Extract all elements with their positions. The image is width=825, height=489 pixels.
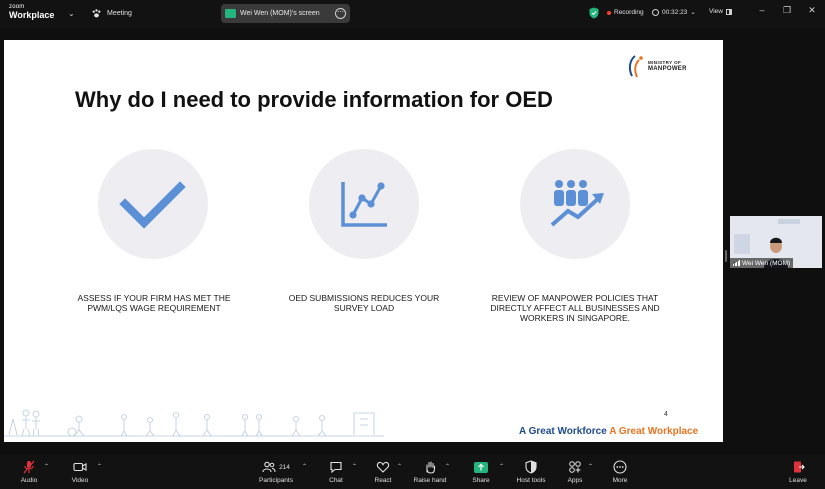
participant-name-tag: Wei Wen (MOM) <box>730 258 794 268</box>
participants-icon <box>262 461 276 473</box>
host-tools-button[interactable]: Host tools <box>509 459 553 484</box>
screen-share-indicator[interactable]: Wei Wen (MOM)'s screen ⋯ <box>221 4 350 23</box>
react-label: React <box>374 477 392 484</box>
chat-options-chevron-icon[interactable]: ⌃ <box>352 463 357 470</box>
share-button[interactable]: Share <box>459 459 503 484</box>
caption-3: REVIEW OF MANPOWER POLICIES THAT DIRECTL… <box>490 293 660 323</box>
paw-icon <box>92 9 101 18</box>
caption-2: OED SUBMISSIONS REDUCES YOUR SURVEY LOAD <box>288 293 440 313</box>
react-options-chevron-icon[interactable]: ⌃ <box>397 463 402 470</box>
meeting-toolbar: Audio ⌃ Video ⌃ 214 Participants ⌃ Chat … <box>0 455 825 489</box>
close-icon[interactable]: ✕ <box>806 5 818 16</box>
shared-slide: MINISTRY OF MANPOWER Why do I need to pr… <box>4 40 723 442</box>
more-button[interactable]: More <box>598 459 642 484</box>
chevron-down-icon[interactable]: ⌄ <box>68 9 75 18</box>
chart-circle <box>309 149 419 259</box>
recording-label: Recording <box>614 9 644 16</box>
raise-hand-options-chevron-icon[interactable]: ⌃ <box>445 463 450 470</box>
tagline-workplace: A Great Workplace <box>609 426 699 437</box>
chat-icon <box>330 461 342 474</box>
more-icon <box>613 460 627 474</box>
apps-options-chevron-icon[interactable]: ⌃ <box>588 463 593 470</box>
slide-title: Why do I need to provide information for… <box>75 87 553 112</box>
signal-strength-icon <box>733 260 740 266</box>
apps-icon <box>569 461 581 473</box>
participants-label: Participants <box>259 477 293 484</box>
zoom-logo[interactable]: zoom Workplace <box>9 4 54 20</box>
ministry-of-manpower-logo: MINISTRY OF MANPOWER <box>627 54 689 82</box>
people-circle <box>520 149 630 259</box>
line-chart-icon <box>341 182 387 227</box>
share-screen-icon <box>474 461 488 473</box>
shield-icon <box>525 460 537 474</box>
share-options-chevron-icon[interactable]: ⌃ <box>499 463 504 470</box>
view-layout-icon <box>725 8 732 15</box>
tagline-workforce: A Great Workforce <box>519 426 607 437</box>
panel-resize-handle[interactable] <box>725 250 727 262</box>
raise-hand-label: Raise hand <box>413 477 447 484</box>
raise-hand-icon <box>426 461 436 474</box>
more-label: More <box>612 477 628 484</box>
more-options-icon[interactable]: ⋯ <box>335 8 346 19</box>
share-label: Share <box>472 477 490 484</box>
screen-share-label: Wei Wen (MOM)'s screen <box>240 10 320 17</box>
participant-name: Wei Wen (MOM) <box>742 259 791 267</box>
participants-button[interactable]: 214 Participants <box>254 459 298 484</box>
chevron-down-icon: ⌄ <box>690 9 696 16</box>
meeting-info-button[interactable]: Meeting <box>91 8 132 19</box>
recording-indicator[interactable]: Recording <box>607 9 644 16</box>
security-shield-icon[interactable] <box>589 7 599 19</box>
video-button[interactable]: Video <box>58 459 102 484</box>
brand-workplace-text: Workplace <box>9 10 55 20</box>
heart-icon <box>376 461 390 473</box>
timer-value: 00:32:23 <box>662 8 688 16</box>
meeting-timer[interactable]: 00:32:23 ⌄ <box>652 8 696 16</box>
leave-button[interactable]: Leave <box>776 459 820 484</box>
caption-1: ASSESS IF YOUR FIRM HAS MET THE PWM/LQS … <box>77 293 231 313</box>
view-button[interactable]: View <box>709 8 732 15</box>
leave-label: Leave <box>789 477 807 484</box>
participants-options-chevron-icon[interactable]: ⌃ <box>302 463 307 470</box>
people-growth-icon <box>550 180 604 227</box>
view-label: View <box>709 8 723 15</box>
apps-label: Apps <box>567 477 583 484</box>
chat-label: Chat <box>329 477 343 484</box>
video-camera-icon <box>73 462 87 472</box>
checkmark-icon <box>119 181 186 229</box>
logo-line-2: MANPOWER <box>648 66 687 72</box>
logo-line-1: MINISTRY OF <box>648 60 682 65</box>
checkmark-circle <box>98 149 208 259</box>
restore-icon[interactable]: ❐ <box>781 5 793 16</box>
audio-label: Audio <box>20 477 38 484</box>
video-label: Video <box>71 477 89 484</box>
participants-count: 214 <box>279 463 290 471</box>
slide-page-number: 4 <box>664 411 668 418</box>
audio-options-chevron-icon[interactable]: ⌃ <box>44 463 49 470</box>
leave-door-icon <box>794 461 805 473</box>
clock-icon <box>652 8 659 16</box>
participant-video-thumbnail[interactable]: Wei Wen (MOM) <box>730 216 822 268</box>
top-bar: zoom Workplace ⌄ Meeting Wei Wen (MOM)'s… <box>0 0 825 28</box>
slide-tagline: A Great Workforce A Great Workplace <box>519 426 698 437</box>
video-options-chevron-icon[interactable]: ⌃ <box>97 463 102 470</box>
minimize-icon[interactable]: – <box>756 5 768 15</box>
record-dot-icon <box>607 10 611 15</box>
decorative-people-illustration <box>4 409 384 437</box>
meeting-label: Meeting <box>107 10 132 17</box>
mom-swoosh-icon <box>628 55 643 78</box>
screen-share-icon <box>225 9 236 18</box>
host-tools-label: Host tools <box>516 477 546 484</box>
microphone-muted-icon <box>23 460 35 474</box>
